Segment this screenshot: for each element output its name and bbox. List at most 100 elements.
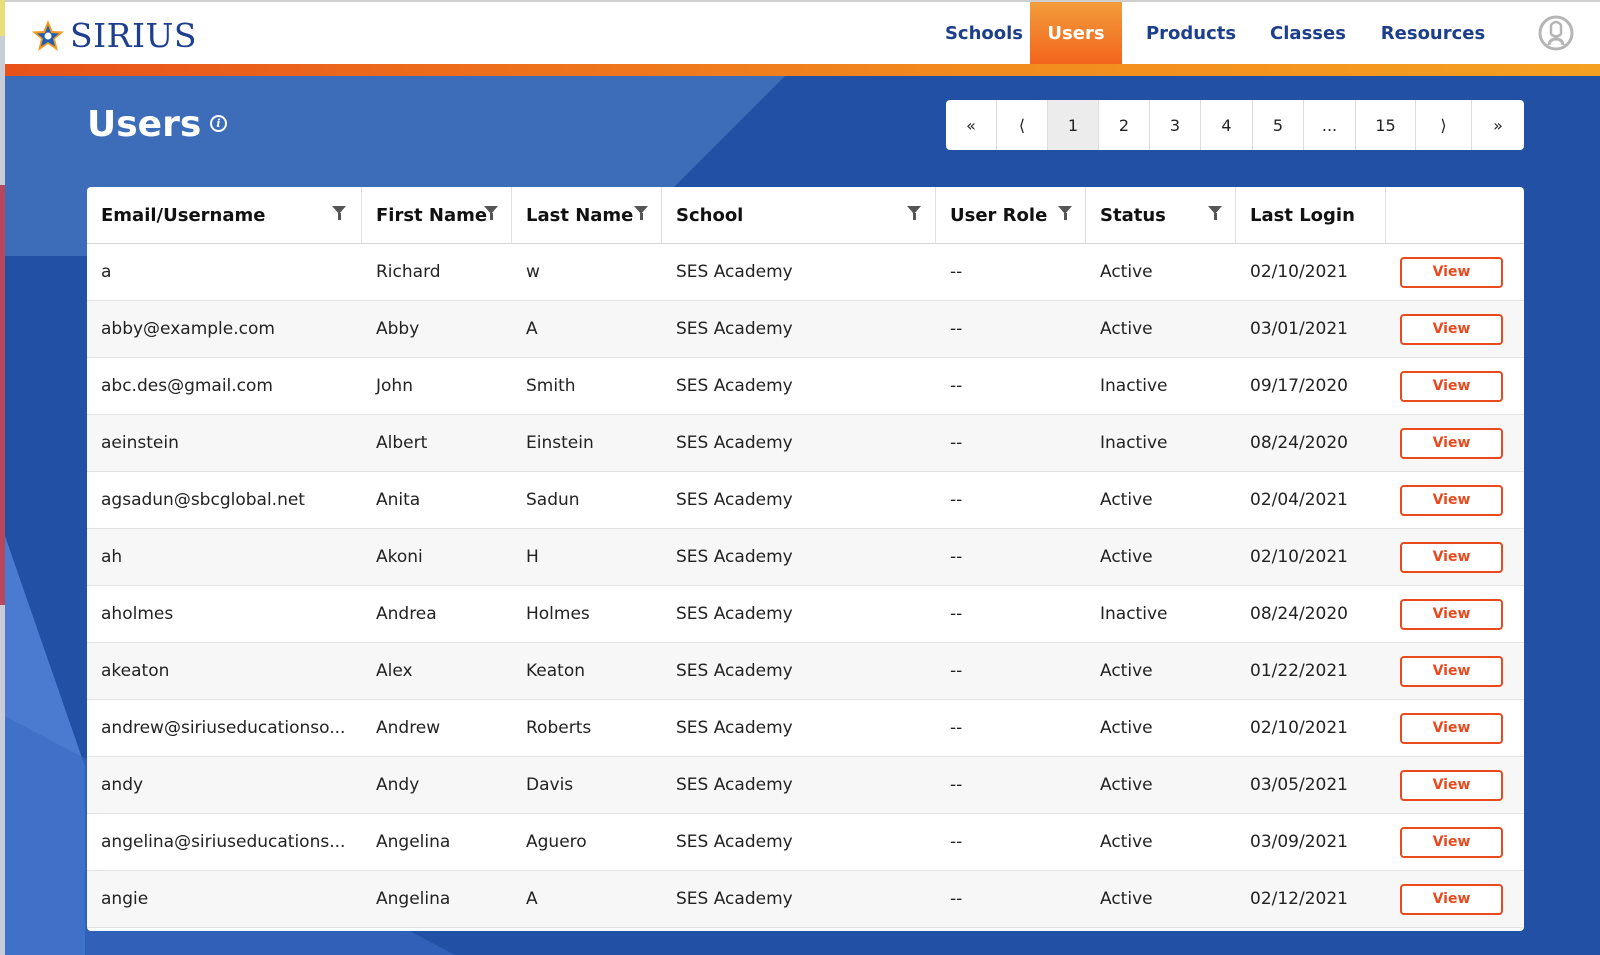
view-button[interactable]: View: [1400, 598, 1503, 630]
view-button[interactable]: View: [1400, 826, 1503, 858]
cell-actions: View: [1386, 871, 1524, 927]
table-row: ah Akoni H SES Academy -- Active 02/10/2021 Vie…: [87, 529, 1524, 586]
cell-last-name: A: [526, 889, 538, 909]
filter-icon[interactable]: [484, 206, 498, 220]
table-row: akeaton Alex Keaton SES Academy -- Active 01/2…: [87, 643, 1524, 700]
cell-first-name: Andrew: [376, 718, 441, 738]
filter-icon[interactable]: [1208, 206, 1222, 220]
cell-school: SES Academy: [676, 490, 793, 510]
table-body: a Richard w SES Academy -- Active 02/10/2021 Vi…: [87, 244, 1524, 928]
column-header-label: Email/Username: [101, 204, 266, 226]
pagination-page-1[interactable]: 1: [1048, 100, 1099, 150]
nav-schools[interactable]: Schools: [938, 2, 1030, 64]
table-row: andrew@siriuseducationso... Andrew Roberts…: [87, 700, 1524, 757]
cell-actions: View: [1386, 814, 1524, 870]
column-header-last-login[interactable]: Last Login: [1236, 187, 1386, 243]
table-row: agsadun@sbcglobal.net Anita Sadun SES Acade…: [87, 472, 1524, 529]
cell-school: SES Academy: [676, 262, 793, 282]
table-row: aeinstein Albert Einstein SES Academy -- Inac…: [87, 415, 1524, 472]
column-header-status[interactable]: Status: [1086, 187, 1236, 243]
cell-last-login: 02/10/2021: [1250, 547, 1348, 567]
view-button[interactable]: View: [1400, 484, 1503, 516]
view-button[interactable]: View: [1400, 769, 1503, 801]
column-header-label: First Name: [376, 204, 488, 226]
pagination: « ⟨ 1 2 3 4 5 ... 15 ⟩ »: [946, 100, 1524, 150]
cell-user-role: --: [950, 319, 963, 339]
column-header-school[interactable]: School: [662, 187, 936, 243]
view-button[interactable]: View: [1400, 883, 1503, 915]
cell-last-login: 08/24/2020: [1250, 604, 1348, 624]
user-avatar-icon[interactable]: [1538, 15, 1574, 51]
cell-last-login: 02/04/2021: [1250, 490, 1348, 510]
cell-actions: View: [1386, 643, 1524, 699]
column-header-last-name[interactable]: Last Name: [512, 187, 662, 243]
view-button[interactable]: View: [1400, 655, 1503, 687]
cell-status: Active: [1100, 718, 1153, 738]
pagination-next[interactable]: ⟩: [1416, 100, 1472, 150]
cell-user-role: --: [950, 718, 963, 738]
info-icon[interactable]: i: [210, 115, 227, 132]
column-header-label: User Role: [950, 204, 1048, 226]
cell-user-role: --: [950, 775, 963, 795]
cell-status: Inactive: [1100, 604, 1168, 624]
cell-email: ah: [101, 547, 123, 567]
cell-actions: View: [1386, 472, 1524, 528]
filter-icon[interactable]: [332, 206, 346, 220]
cell-status: Active: [1100, 262, 1153, 282]
column-header-user-role[interactable]: User Role: [936, 187, 1086, 243]
pagination-page-5[interactable]: 5: [1253, 100, 1304, 150]
cell-email: akeaton: [101, 661, 170, 681]
top-header: SIRIUS Schools Users Products Classes Re…: [5, 0, 1600, 64]
brand-name: SIRIUS: [70, 16, 197, 55]
view-button[interactable]: View: [1400, 370, 1503, 402]
view-button[interactable]: View: [1400, 541, 1503, 573]
cell-last-name: Smith: [526, 376, 576, 396]
nav-resources[interactable]: Resources: [1371, 2, 1495, 64]
pagination-page-4[interactable]: 4: [1201, 100, 1253, 150]
nav-products[interactable]: Products: [1135, 2, 1247, 64]
cell-user-role: --: [950, 262, 963, 282]
cell-status: Active: [1100, 547, 1153, 567]
cell-school: SES Academy: [676, 547, 793, 567]
pagination-prev[interactable]: ⟨: [997, 100, 1048, 150]
cell-actions: View: [1386, 415, 1524, 471]
cell-first-name: Akoni: [376, 547, 423, 567]
table-row: andy Andy Davis SES Academy -- Active 03/05/20…: [87, 757, 1524, 814]
brand-logo[interactable]: SIRIUS: [30, 16, 197, 55]
pagination-page-3[interactable]: 3: [1150, 100, 1201, 150]
view-button[interactable]: View: [1400, 712, 1503, 744]
cell-status: Inactive: [1100, 376, 1168, 396]
filter-icon[interactable]: [907, 206, 921, 220]
cell-school: SES Academy: [676, 319, 793, 339]
nav-classes[interactable]: Classes: [1259, 2, 1357, 64]
column-header-email[interactable]: Email/Username: [87, 187, 362, 243]
pagination-page-2[interactable]: 2: [1099, 100, 1150, 150]
cell-last-name: w: [526, 262, 540, 282]
cell-last-name: Keaton: [526, 661, 586, 681]
cell-first-name: Albert: [376, 433, 428, 453]
cell-school: SES Academy: [676, 604, 793, 624]
nav-users[interactable]: Users: [1030, 2, 1122, 64]
app-frame: SIRIUS Schools Users Products Classes Re…: [5, 0, 1600, 955]
cell-last-name: Aguero: [526, 832, 587, 852]
pagination-page-15[interactable]: 15: [1356, 100, 1416, 150]
column-header-first-name[interactable]: First Name: [362, 187, 512, 243]
pagination-first[interactable]: «: [946, 100, 997, 150]
pagination-last[interactable]: »: [1472, 100, 1524, 150]
cell-user-role: --: [950, 832, 963, 852]
column-header-label: Status: [1100, 204, 1166, 226]
cell-status: Active: [1100, 661, 1153, 681]
cell-last-login: 03/05/2021: [1250, 775, 1348, 795]
cell-status: Active: [1100, 319, 1153, 339]
cell-status: Active: [1100, 490, 1153, 510]
users-table: Email/Username First Name Last Name Scho…: [87, 187, 1524, 931]
view-button[interactable]: View: [1400, 427, 1503, 459]
table-row: abc.des@gmail.com John Smith SES Academy -- I…: [87, 358, 1524, 415]
view-button[interactable]: View: [1400, 256, 1503, 288]
filter-icon[interactable]: [1058, 206, 1072, 220]
view-button[interactable]: View: [1400, 313, 1503, 345]
filter-icon[interactable]: [634, 206, 648, 220]
cell-status: Active: [1100, 889, 1153, 909]
cell-first-name: Andy: [376, 775, 420, 795]
cell-actions: View: [1386, 700, 1524, 756]
